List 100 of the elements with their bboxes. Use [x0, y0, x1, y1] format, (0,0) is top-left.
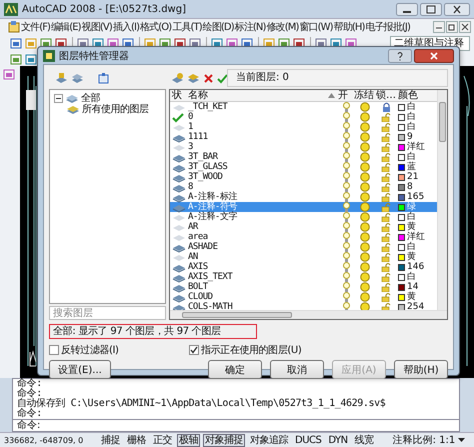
dialog-title: 图层特性管理器	[59, 50, 129, 62]
color-name: 21	[407, 172, 418, 182]
color-name: 8	[407, 182, 413, 192]
layer-name: area	[188, 232, 208, 242]
dialog-button[interactable]: 帮助(H)	[394, 360, 448, 379]
annotation-scale[interactable]: 注释比例: 1:1	[392, 433, 456, 447]
color-name: 黄	[407, 292, 416, 302]
layer-count-summary: 全部: 显示了 97 个图层，共 97 个图层	[49, 324, 257, 339]
menu-item[interactable]: 视图(V)	[82, 20, 112, 34]
color-name: 白	[407, 152, 416, 162]
layer-name: AR	[188, 222, 198, 232]
layer-name: 3T_BAR	[188, 152, 218, 162]
layer-row[interactable]: 1111 9	[170, 132, 437, 142]
layer-name: A-注释-标注	[188, 192, 237, 202]
menu-item[interactable]: 格式(O)	[140, 20, 172, 34]
layer-name: 3T_WOOD	[188, 172, 222, 182]
layer-name: 1111	[188, 132, 208, 142]
layer-name: 3	[188, 142, 193, 152]
layer-row[interactable]: 3T_BAR 白	[170, 152, 437, 162]
status-toggle[interactable]: 正交	[151, 434, 174, 446]
menu-item[interactable]: 帮助(H)	[334, 20, 364, 34]
layer-name: A-注释-符号	[188, 202, 237, 212]
command-line: 命令:	[17, 379, 43, 389]
command-line: 命令:	[17, 409, 43, 419]
status-toggle[interactable]: 栅格	[125, 434, 148, 446]
color-name: 254	[407, 302, 424, 310]
color-name: 洋红	[407, 142, 425, 152]
current-layer-label: 当前图层: 0	[227, 69, 448, 87]
layer-row[interactable]: _TCH_KET 白	[170, 102, 437, 112]
column-header[interactable]: 开	[338, 90, 348, 101]
menu-item[interactable]: 插入(I)	[112, 20, 140, 34]
layer-name: AN	[188, 252, 198, 262]
layer-row[interactable]: AR 黄	[170, 222, 437, 232]
status-toggle[interactable]: DYN	[326, 434, 350, 446]
menu-item[interactable]: 窗口(W)	[299, 20, 333, 34]
checkbox-label[interactable]: 指示正在使用的图层(U)	[201, 342, 302, 356]
layer-name: 1	[188, 122, 193, 132]
menu-item[interactable]: 修改(M)	[266, 20, 298, 34]
column-header[interactable]: 冻结	[354, 90, 374, 101]
layer-row[interactable]: area 洋红	[170, 232, 437, 242]
layer-name: AXIS	[188, 262, 208, 272]
color-name: 146	[407, 262, 424, 272]
layer-row[interactable]: 1 白	[170, 122, 437, 132]
layer-name: CLOUD	[188, 292, 213, 302]
color-name: 白	[407, 212, 416, 222]
layer-row[interactable]: AN 黄	[170, 252, 437, 262]
layer-row[interactable]: AXIS 146	[170, 262, 437, 272]
layer-row[interactable]: COLS-MATH 254	[170, 302, 437, 310]
color-name: 白	[407, 112, 416, 122]
layer-row[interactable]: A-注释-文字 白	[170, 212, 437, 222]
menu-item[interactable]: 文件(F)	[21, 20, 50, 34]
color-name: 蓝	[407, 162, 416, 172]
layer-row[interactable]: CLOUD 黄	[170, 292, 437, 302]
command-line: 命令:	[17, 389, 42, 399]
status-toggle[interactable]: 线宽	[352, 434, 376, 446]
layer-row[interactable]: 3T_GLASS 蓝	[170, 162, 437, 172]
layer-row[interactable]: BOLT 14	[170, 282, 437, 292]
command-line: 自动保存到 C:\Users\ADMINI~1\AppData\Local\Temp\0527t3_1_1_4629.sv$	[17, 399, 386, 409]
column-header[interactable]: 名称	[188, 90, 208, 101]
column-header[interactable]: 锁…	[376, 90, 396, 101]
color-name: 9	[407, 132, 413, 142]
status-toggle[interactable]: 对象捕捉	[203, 434, 245, 446]
status-toggle[interactable]: DUCS	[293, 434, 324, 446]
coordinates: 336682, -648709, 0	[4, 436, 84, 444]
dialog-button[interactable]: 取消	[270, 360, 324, 379]
layer-name: 0	[188, 112, 193, 122]
color-name: 白	[407, 122, 416, 132]
menu-item[interactable]: 工具(T)	[172, 20, 202, 34]
status-toggle[interactable]: 捕捉	[99, 434, 122, 446]
menu-item[interactable]: 标注(N)	[234, 20, 266, 34]
command-input[interactable]: 命令:	[13, 419, 459, 431]
layer-name: 8	[188, 182, 193, 192]
color-name: 白	[407, 102, 416, 112]
tree-item[interactable]: 全部	[81, 93, 100, 104]
layer-row[interactable]: AXIS_TEXT 白	[170, 272, 437, 282]
menu-item[interactable]: 绘图(D)	[202, 20, 234, 34]
color-name: 黄	[407, 222, 416, 232]
status-toggle[interactable]: 极轴	[177, 434, 200, 446]
dialog-button[interactable]: 确定	[208, 360, 262, 379]
color-name: 14	[407, 282, 418, 292]
color-name: 白	[407, 242, 416, 252]
tree-item[interactable]: 所有使用的图层	[82, 104, 148, 115]
menu-item[interactable]: 电子报批(J)	[366, 20, 410, 34]
color-name: 洋红	[407, 232, 425, 242]
dialog-button[interactable]: 设置(E)...	[49, 360, 111, 379]
layer-row[interactable]: 8 8	[170, 182, 437, 192]
layer-row[interactable]: 0 白	[170, 112, 437, 122]
layer-row[interactable]: 3T_WOOD 21	[170, 172, 437, 182]
layer-name: _TCH_KET	[188, 102, 228, 112]
layer-name: COLS-MATH	[188, 302, 232, 310]
layer-name: BOLT	[188, 282, 208, 292]
checkbox-label[interactable]: 反转过滤器(I)	[61, 342, 119, 356]
status-toggle[interactable]: 对象追踪	[248, 434, 290, 446]
menu-item[interactable]: 编辑(E)	[51, 20, 81, 34]
layer-row[interactable]: A-注释-标注 165	[170, 192, 437, 202]
search-field[interactable]: 搜索图层	[49, 306, 166, 320]
layer-row[interactable]: ASHADE 白	[170, 242, 437, 252]
window-title: AutoCAD 2008 - [E:\0527t3.dwg]	[22, 4, 186, 14]
column-header[interactable]: 状	[172, 90, 182, 101]
layer-row[interactable]: 3 洋红	[170, 142, 437, 152]
